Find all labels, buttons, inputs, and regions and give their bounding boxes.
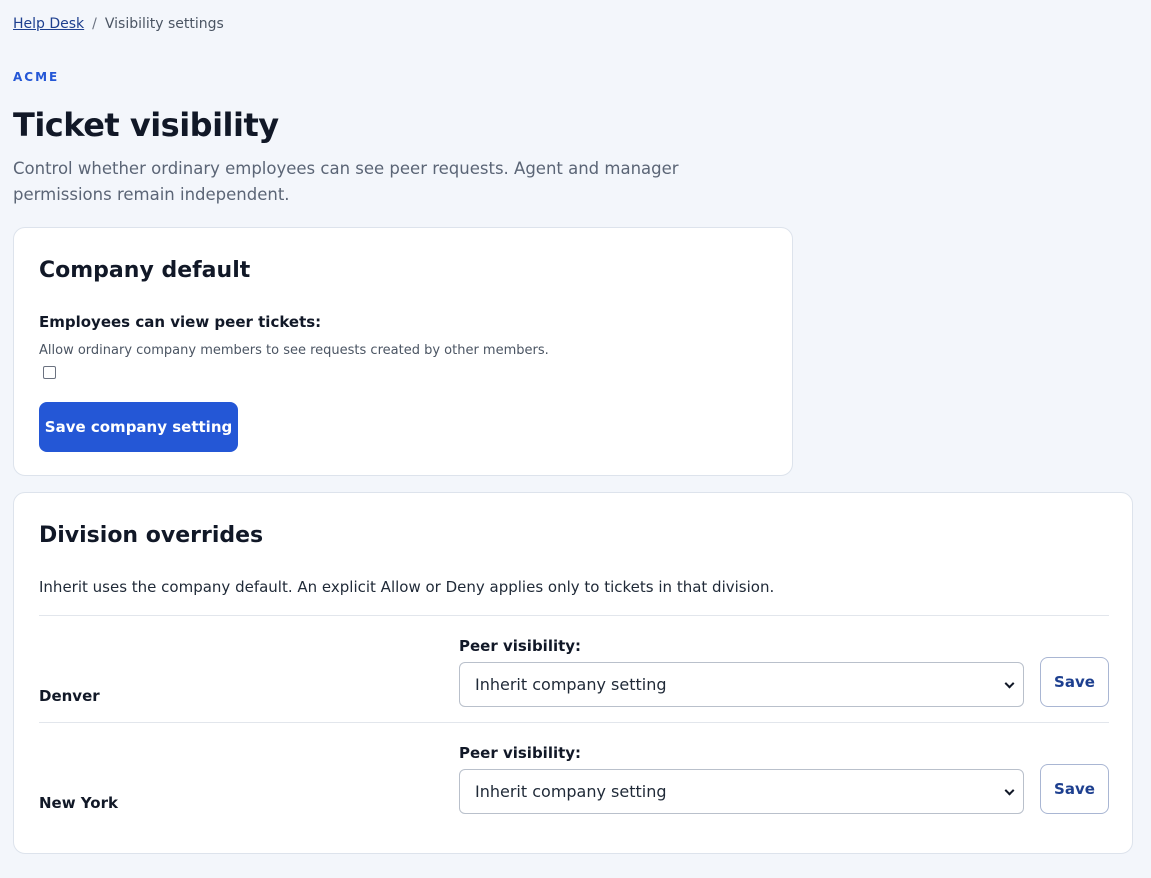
peer-visibility-select[interactable]: Inherit company setting (459, 662, 1024, 707)
company-default-title: Company default (39, 258, 251, 283)
division-overrides-card: Division overrides Inherit uses the comp… (13, 492, 1133, 854)
peer-visibility-selected-value: Inherit company setting (475, 675, 667, 694)
page-description: Control whether ordinary employees can s… (13, 159, 679, 204)
org-label: ACME (13, 70, 60, 84)
save-button[interactable]: Save (1040, 657, 1109, 707)
chevron-down-icon (1004, 785, 1015, 796)
page-title: Ticket visibility (13, 106, 279, 144)
peer-visibility-select[interactable]: Inherit company setting (459, 769, 1024, 814)
breadcrumb-current: Visibility settings (104, 16, 224, 32)
save-button[interactable]: Save (1040, 764, 1109, 814)
divider (39, 722, 1109, 723)
divider (39, 615, 1109, 616)
division-overrides-description: Inherit uses the company default. An exp… (39, 578, 775, 596)
company-default-card: Company default Employees can view peer … (13, 227, 793, 476)
chevron-down-icon (1004, 678, 1015, 689)
division-row-denver: Denver Peer visibility: Inherit company … (14, 617, 1134, 723)
peer-visibility-label: Peer visibility: (459, 637, 582, 655)
peer-tickets-label: Employees can view peer tickets: (39, 313, 322, 331)
division-overrides-title: Division overrides (39, 523, 264, 548)
breadcrumb-link-help-desk[interactable]: Help Desk (13, 16, 84, 32)
peer-visibility-selected-value: Inherit company setting (475, 782, 667, 801)
division-name: Denver (39, 687, 100, 705)
save-company-setting-button[interactable]: Save company setting (39, 402, 238, 452)
division-name: New York (39, 794, 118, 812)
peer-visibility-label: Peer visibility: (459, 744, 582, 762)
breadcrumb: Help Desk / Visibility settings (13, 16, 224, 32)
page: Help Desk / Visibility settings ACME Tic… (0, 0, 1151, 878)
peer-tickets-checkbox[interactable] (43, 366, 56, 379)
breadcrumb-separator: / (92, 16, 97, 32)
division-row-new-york: New York Peer visibility: Inherit compan… (14, 724, 1134, 830)
peer-tickets-help: Allow ordinary company members to see re… (39, 343, 549, 358)
